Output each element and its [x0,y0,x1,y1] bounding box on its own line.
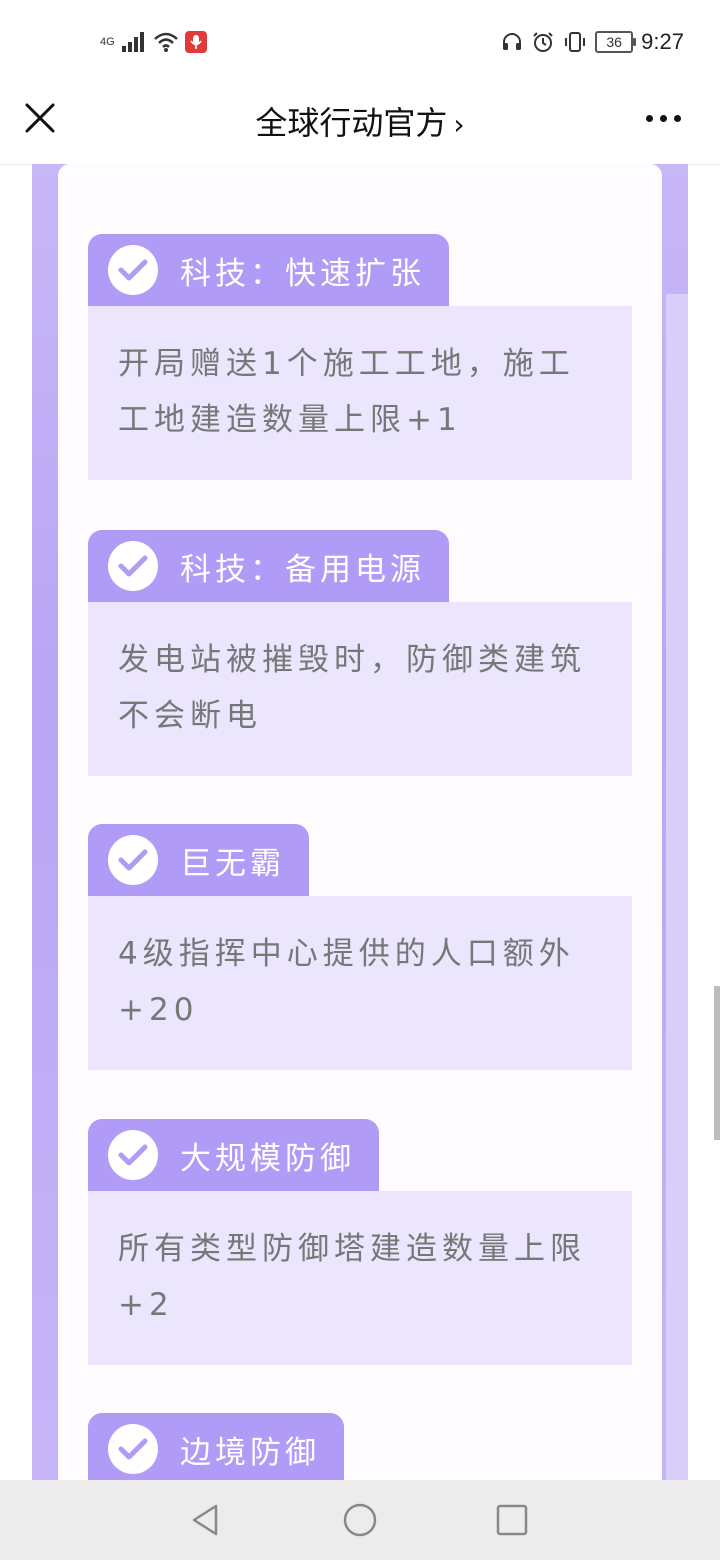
feature-item: 大规模防御 所有类型防御塔建造数量上限+2 [88,1119,632,1365]
content-card: 科技：快速扩张 开局赠送1个施工工地，施工工地建造数量上限+1 科技：备用电源 … [58,164,662,1485]
recents-button[interactable] [492,1500,532,1540]
back-button[interactable] [186,1500,226,1540]
wifi-icon [153,32,178,52]
check-icon [108,1130,158,1180]
status-bar: 4G 36 9:27 [0,0,720,80]
feature-header: 大规模防御 [88,1119,379,1191]
scrollbar[interactable] [714,986,720,1140]
mic-recording-icon [184,31,207,53]
home-circle-icon [343,1503,377,1537]
signal-icon [121,32,144,52]
feature-item: 边境防御 [88,1413,632,1485]
vibrate-icon [565,32,586,52]
alarm-icon [533,32,553,52]
feature-header: 科技：快速扩张 [88,234,449,306]
feature-description: 所有类型防御塔建造数量上限+2 [88,1191,632,1365]
feature-header: 巨无霸 [88,824,309,896]
feature-header: 边境防御 [88,1413,344,1485]
feature-header: 科技：备用电源 [88,530,449,602]
more-button[interactable] [646,108,686,128]
status-left: 4G [100,28,207,56]
more-dot [646,114,653,122]
battery-icon: 36 [595,31,637,53]
feature-title: 科技：快速扩张 [180,255,425,292]
status-right: 36 9:27 [501,26,684,58]
feature-description: 4级指挥中心提供的人口额外+20 [88,896,632,1070]
page-title[interactable]: 全球行动官方 › [0,98,720,144]
check-icon [108,541,158,591]
system-nav-bar [0,1480,720,1560]
headphones-icon [503,33,522,50]
page-title-text: 全球行动官方 [255,104,448,142]
check-icon [108,1424,158,1474]
article-frame: 科技：快速扩张 开局赠送1个施工工地，施工工地建造数量上限+1 科技：备用电源 … [32,164,688,1494]
feature-title: 科技：备用电源 [180,551,425,588]
back-triangle-icon [192,1504,218,1536]
feature-item: 巨无霸 4级指挥中心提供的人口额外+20 [88,824,632,1070]
feature-title: 巨无霸 [180,845,285,882]
status-time: 9:27 [641,29,684,54]
feature-description: 开局赠送1个施工工地，施工工地建造数量上限+1 [88,306,632,480]
check-icon [108,835,158,885]
network-type: 4G [100,36,115,48]
more-dot [674,114,681,122]
chevron-right-icon: › [453,108,465,141]
check-icon [108,245,158,295]
feature-title: 边境防御 [180,1434,320,1471]
feature-description: 发电站被摧毁时，防御类建筑不会断电 [88,602,632,776]
frame-decoration [666,294,688,1494]
feature-title: 大规模防御 [180,1140,355,1177]
more-dot [660,114,667,122]
home-button[interactable] [340,1500,380,1540]
recents-square-icon [496,1504,528,1536]
feature-item: 科技：快速扩张 开局赠送1个施工工地，施工工地建造数量上限+1 [88,234,632,480]
nav-bar: 全球行动官方 › [0,80,720,165]
feature-item: 科技：备用电源 发电站被摧毁时，防御类建筑不会断电 [88,530,632,776]
